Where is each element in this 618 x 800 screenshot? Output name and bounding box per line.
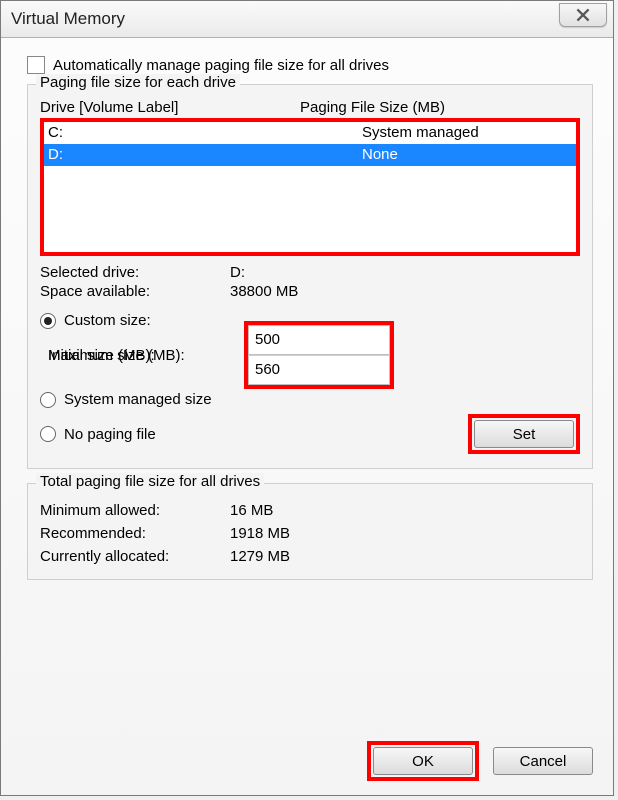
min-allowed-row: Minimum allowed: 16 MB bbox=[40, 502, 580, 519]
system-managed-radio[interactable] bbox=[40, 392, 56, 408]
space-available-value: 38800 MB bbox=[230, 283, 298, 300]
drive-row[interactable]: D: None bbox=[44, 144, 576, 166]
header-drive: Drive [Volume Label] bbox=[40, 99, 300, 116]
system-managed-radio-row[interactable]: System managed size bbox=[40, 391, 580, 408]
ok-button[interactable]: OK bbox=[373, 747, 473, 775]
header-size: Paging File Size (MB) bbox=[300, 99, 580, 116]
recommended-value: 1918 MB bbox=[230, 525, 290, 542]
drive-row-size: System managed bbox=[358, 122, 576, 144]
dialog-footer: OK Cancel bbox=[367, 741, 593, 781]
min-allowed-value: 16 MB bbox=[230, 502, 273, 519]
virtual-memory-dialog: Virtual Memory Automatically manage pagi… bbox=[0, 0, 614, 796]
no-paging-radio[interactable] bbox=[40, 426, 56, 442]
allocated-value: 1279 MB bbox=[230, 548, 290, 565]
totals-legend: Total paging file size for all drives bbox=[36, 473, 264, 490]
space-available-label: Space available: bbox=[40, 283, 230, 300]
close-icon bbox=[576, 8, 590, 22]
recommended-row: Recommended: 1918 MB bbox=[40, 525, 580, 542]
custom-size-radio[interactable] bbox=[40, 313, 56, 329]
selected-drive-value: D: bbox=[230, 264, 245, 281]
window-title: Virtual Memory bbox=[11, 9, 125, 29]
min-allowed-label: Minimum allowed: bbox=[40, 502, 230, 519]
paging-file-legend: Paging file size for each drive bbox=[36, 74, 240, 91]
size-inputs-highlight bbox=[244, 321, 394, 389]
selected-drive-row: Selected drive: D: bbox=[40, 264, 580, 281]
auto-manage-row[interactable]: Automatically manage paging file size fo… bbox=[27, 56, 593, 74]
auto-manage-checkbox[interactable] bbox=[27, 56, 45, 74]
allocated-label: Currently allocated: bbox=[40, 548, 230, 565]
drive-row[interactable]: C: System managed bbox=[44, 122, 576, 144]
initial-size-label: Initial size (MB): bbox=[40, 347, 244, 364]
no-paging-radio-row[interactable]: No paging file bbox=[40, 426, 156, 443]
cancel-button[interactable]: Cancel bbox=[493, 747, 593, 775]
allocated-row: Currently allocated: 1279 MB bbox=[40, 548, 580, 565]
no-paging-label: No paging file bbox=[64, 426, 156, 443]
drive-list-headers: Drive [Volume Label] Paging File Size (M… bbox=[40, 99, 580, 116]
maximum-size-input[interactable] bbox=[248, 355, 390, 385]
drive-list[interactable]: C: System managed D: None bbox=[40, 118, 580, 256]
ok-button-highlight: OK bbox=[367, 741, 479, 781]
drive-row-drive: C: bbox=[44, 122, 358, 144]
auto-manage-label: Automatically manage paging file size fo… bbox=[53, 57, 389, 74]
space-available-row: Space available: 38800 MB bbox=[40, 283, 580, 300]
close-button[interactable] bbox=[559, 3, 607, 27]
drive-row-size: None bbox=[358, 144, 576, 166]
recommended-label: Recommended: bbox=[40, 525, 230, 542]
drive-row-drive: D: bbox=[44, 144, 358, 166]
titlebar: Virtual Memory bbox=[1, 1, 613, 38]
paging-file-group: Paging file size for each drive Drive [V… bbox=[27, 84, 593, 469]
set-button-highlight: Set bbox=[468, 414, 580, 454]
set-button[interactable]: Set bbox=[474, 420, 574, 448]
system-managed-label: System managed size bbox=[64, 391, 212, 408]
totals-group: Total paging file size for all drives Mi… bbox=[27, 483, 593, 580]
selected-drive-label: Selected drive: bbox=[40, 264, 230, 281]
initial-size-input[interactable] bbox=[248, 325, 390, 355]
custom-size-label: Custom size: bbox=[64, 312, 151, 329]
